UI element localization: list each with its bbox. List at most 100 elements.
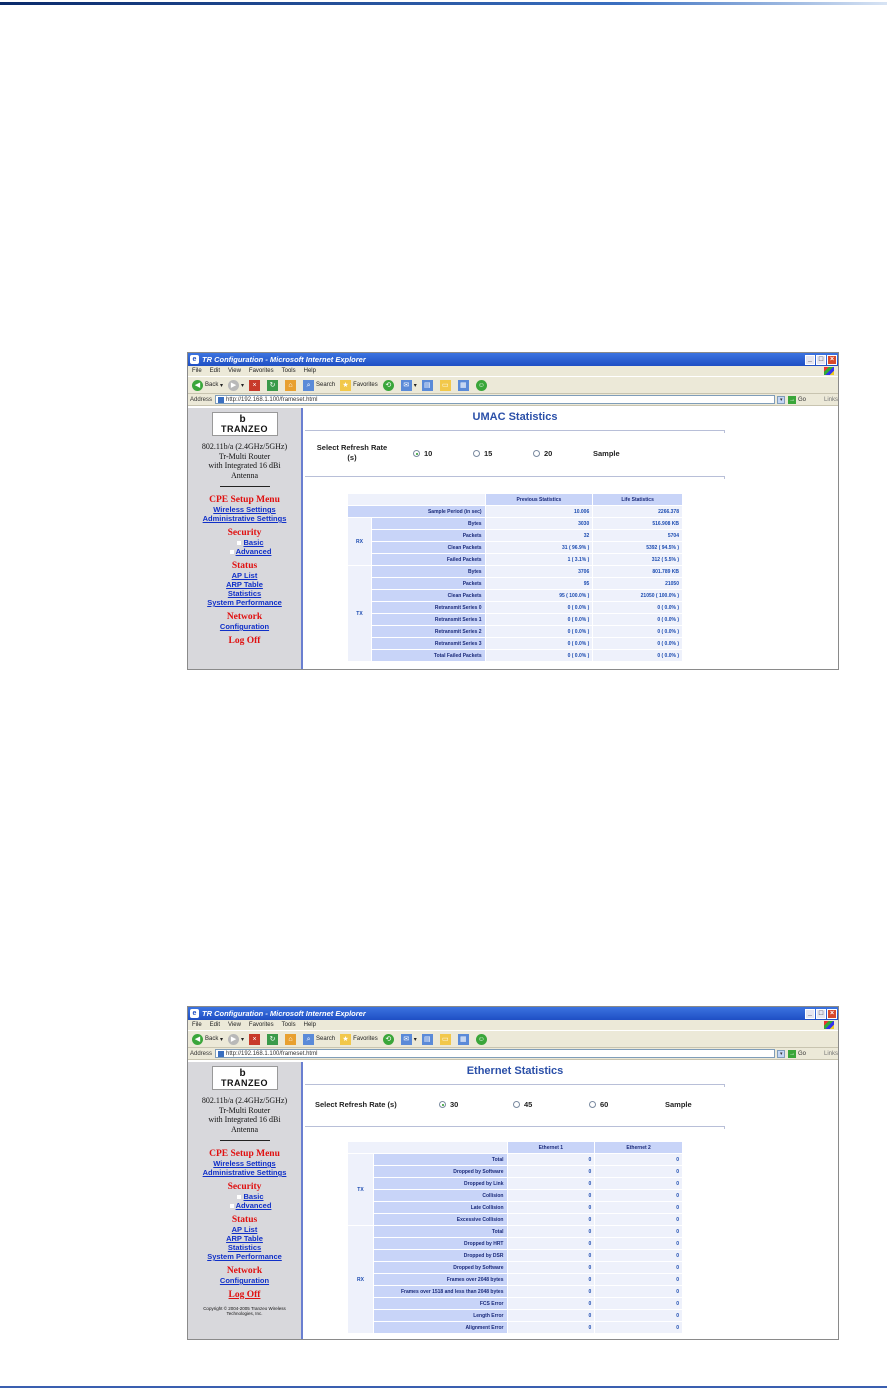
address-dropdown-icon[interactable]: ▾ bbox=[777, 1049, 786, 1058]
refresh-option-20[interactable]: 20 bbox=[533, 449, 552, 458]
sidebar-link-configuration[interactable]: Configuration bbox=[188, 622, 301, 631]
mail-button[interactable]: ✉ ▾ bbox=[400, 379, 417, 391]
sidebar-link-basic[interactable]: Basic bbox=[188, 1192, 301, 1201]
edit-button[interactable]: ▭ bbox=[439, 379, 453, 391]
menu-favorites[interactable]: Favorites bbox=[249, 1022, 274, 1028]
forward-button[interactable]: ▶ ▾ bbox=[228, 379, 244, 391]
address-dropdown-icon[interactable]: ▾ bbox=[777, 395, 786, 404]
product-line: Tr-Multi Router bbox=[218, 1105, 271, 1115]
menu-view[interactable]: View bbox=[228, 368, 241, 374]
menu-help[interactable]: Help bbox=[304, 368, 316, 374]
print-button[interactable]: ▤ bbox=[421, 1033, 435, 1045]
address-input[interactable]: http://192.168.1.100/frameset.html bbox=[215, 395, 776, 404]
go-arrow-icon[interactable]: → bbox=[788, 395, 796, 404]
address-input[interactable]: http://192.168.1.100/frameset.html bbox=[215, 1049, 776, 1058]
menu-favorites[interactable]: Favorites bbox=[249, 368, 274, 374]
page-content: b TRANZEO 802.11b/a (2.4GHz/5GHz) Tr-Mul… bbox=[188, 408, 838, 669]
sidebar-link-basic[interactable]: Basic bbox=[188, 538, 301, 547]
go-button[interactable]: Go bbox=[798, 1051, 806, 1057]
search-button[interactable]: ⌕ Search bbox=[303, 1033, 335, 1045]
home-button[interactable]: ⌂ bbox=[285, 1033, 298, 1045]
refresh-option-10[interactable]: 10 bbox=[413, 449, 432, 458]
menu-view[interactable]: View bbox=[228, 1022, 241, 1028]
sidebar-link-advanced[interactable]: Advanced bbox=[188, 1201, 301, 1210]
edit-button[interactable]: ▭ bbox=[439, 1033, 453, 1045]
history-button[interactable]: ⟲ bbox=[382, 1033, 396, 1045]
links-button[interactable]: Links bbox=[824, 1051, 838, 1057]
discuss-button[interactable]: ▦ bbox=[457, 1033, 471, 1045]
menu-edit[interactable]: Edit bbox=[210, 368, 220, 374]
refresh-option-60[interactable]: 60 bbox=[589, 1100, 608, 1109]
menu-file[interactable]: File bbox=[192, 1022, 202, 1028]
refresh-button[interactable]: ↻ bbox=[267, 379, 280, 391]
sidebar-link-advanced[interactable]: Advanced bbox=[188, 547, 301, 556]
sidebar-link-system-performance[interactable]: System Performance bbox=[188, 1252, 301, 1261]
cell-value: 312 ( 5.5% ) bbox=[592, 553, 683, 566]
print-button[interactable]: ▤ bbox=[421, 379, 435, 391]
mail-button[interactable]: ✉ ▾ bbox=[400, 1033, 417, 1045]
section-rule bbox=[305, 1126, 725, 1129]
menu-file[interactable]: File bbox=[192, 368, 202, 374]
menu-heading-security: Security bbox=[227, 528, 262, 538]
table-row: Retransmit Series 2 0 ( 0.0% ) 0 ( 0.0% … bbox=[348, 625, 683, 638]
refresh-option-15[interactable]: 15 bbox=[473, 449, 492, 458]
menu-heading-status: Status bbox=[231, 561, 258, 571]
sidebar-link-administrative-settings[interactable]: Administrative Settings bbox=[188, 1168, 301, 1177]
home-button[interactable]: ⌂ bbox=[285, 379, 298, 391]
menu-edit[interactable]: Edit bbox=[210, 1022, 220, 1028]
close-icon[interactable]: × bbox=[827, 354, 837, 365]
menu-help[interactable]: Help bbox=[304, 1022, 316, 1028]
row-label: Length Error bbox=[372, 1309, 508, 1322]
links-button[interactable]: Links bbox=[824, 397, 838, 403]
refresh-button[interactable]: ↻ bbox=[267, 1033, 280, 1045]
forward-arrow-icon: ▶ bbox=[228, 379, 240, 391]
maximize-icon[interactable]: □ bbox=[816, 354, 826, 365]
sidebar-link-administrative-settings[interactable]: Administrative Settings bbox=[188, 514, 301, 523]
table-row: Late Collision 0 0 bbox=[348, 1201, 683, 1214]
maximize-icon[interactable]: □ bbox=[816, 1008, 826, 1019]
favorites-button[interactable]: ★ Favorites bbox=[340, 379, 378, 391]
print-icon: ▤ bbox=[421, 379, 433, 391]
minimize-icon[interactable]: _ bbox=[805, 1008, 815, 1019]
sidebar-link-system-performance[interactable]: System Performance bbox=[188, 598, 301, 607]
history-button[interactable]: ⟲ bbox=[382, 379, 396, 391]
sidebar-link-wireless-settings[interactable]: Wireless Settings bbox=[188, 1159, 301, 1168]
sidebar-link-log-off[interactable]: Log Off bbox=[188, 1290, 301, 1300]
refresh-option-45[interactable]: 45 bbox=[513, 1100, 532, 1109]
refresh-option-30[interactable]: 30 bbox=[439, 1100, 458, 1109]
favorites-button[interactable]: ★ Favorites bbox=[340, 1033, 378, 1045]
sidebar-link-arp-table[interactable]: ARP Table bbox=[188, 580, 301, 589]
search-button[interactable]: ⌕ Search bbox=[303, 379, 335, 391]
go-button[interactable]: Go bbox=[798, 397, 806, 403]
address-url: http://192.168.1.100/frameset.html bbox=[226, 396, 318, 403]
back-button[interactable]: ◀ Back ▾ bbox=[192, 379, 223, 391]
umac-stats-table: Previous Statistics Life Statistics Samp… bbox=[347, 493, 683, 662]
header-rule bbox=[0, 2, 887, 5]
sidebar-link-configuration[interactable]: Configuration bbox=[188, 1276, 301, 1285]
stop-button[interactable]: × bbox=[249, 1033, 262, 1045]
sidebar-link-ap-list[interactable]: AP List bbox=[188, 1225, 301, 1234]
sidebar-link-statistics[interactable]: Statistics bbox=[188, 589, 301, 598]
address-label: Address bbox=[190, 396, 213, 403]
sidebar-divider bbox=[219, 486, 270, 487]
sidebar-link-arp-table[interactable]: ARP Table bbox=[188, 1234, 301, 1243]
table-row: Total Failed Packets 0 ( 0.0% ) 0 ( 0.0%… bbox=[348, 649, 683, 662]
table-row: Failed Packets 1 ( 3.1% ) 312 ( 5.5% ) bbox=[348, 553, 683, 566]
messenger-button[interactable]: ☺ bbox=[475, 1033, 489, 1045]
sidebar-link-ap-list[interactable]: AP List bbox=[188, 571, 301, 580]
menu-tools[interactable]: Tools bbox=[282, 1022, 296, 1028]
messenger-button[interactable]: ☺ bbox=[475, 379, 489, 391]
sidebar-link-statistics[interactable]: Statistics bbox=[188, 1243, 301, 1252]
discuss-button[interactable]: ▦ bbox=[457, 379, 471, 391]
back-button[interactable]: ◀ Back ▾ bbox=[192, 1033, 223, 1045]
sample-button[interactable]: Sample bbox=[665, 1100, 692, 1109]
stop-button[interactable]: × bbox=[249, 379, 262, 391]
close-icon[interactable]: × bbox=[827, 1008, 837, 1019]
go-arrow-icon[interactable]: → bbox=[788, 1049, 796, 1058]
sidebar-link-wireless-settings[interactable]: Wireless Settings bbox=[188, 505, 301, 514]
forward-button[interactable]: ▶ ▾ bbox=[228, 1033, 244, 1045]
sidebar-link-log-off[interactable]: Log Off bbox=[188, 636, 301, 646]
sample-button[interactable]: Sample bbox=[593, 449, 620, 458]
menu-tools[interactable]: Tools bbox=[282, 368, 296, 374]
minimize-icon[interactable]: _ bbox=[805, 354, 815, 365]
